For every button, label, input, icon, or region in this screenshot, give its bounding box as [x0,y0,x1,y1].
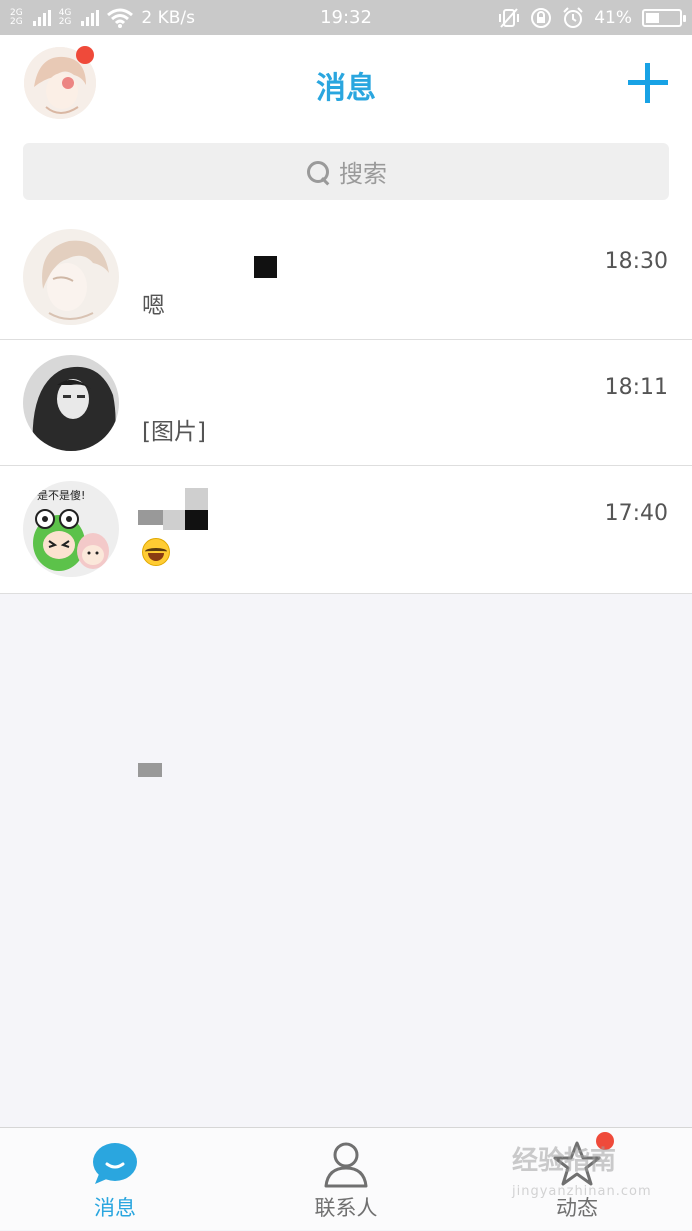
battery-percent: 41% [594,7,632,28]
status-right: 41% [498,0,686,35]
notification-dot [76,46,94,64]
photo-portrait-icon [23,355,119,451]
redacted-name-block [185,488,208,510]
tab-messages[interactable]: 消息 [0,1128,230,1231]
tab-label: 联系人 [314,1196,378,1220]
message-preview: 嗯 [142,293,165,319]
redacted-name-block [254,256,277,278]
search-input[interactable]: 搜索 [23,143,669,200]
tab-label: 消息 [94,1196,136,1220]
vibrate-icon [499,7,520,28]
frog-cartoon-avatar-icon: 是不是傻! [23,481,119,577]
contact-avatar: 是不是傻! [23,481,119,577]
message-preview [142,538,170,572]
rotation-lock-icon [531,7,552,28]
conversation-row[interactable]: 是不是傻! 17:40 [0,466,692,777]
message-time: 18:30 [604,249,668,274]
redacted-name-block [138,763,162,777]
sketch-portrait-icon [23,229,119,325]
status-bar: 2G 2G 4G 2G 2 KB/s 19:32 41% [0,0,692,35]
redacted-name-block [163,510,185,530]
tab-contacts[interactable]: 联系人 [231,1128,461,1231]
header: 消息 [0,35,692,130]
search-icon [305,159,331,185]
message-time: 17:40 [604,501,668,526]
contact-avatar [23,355,119,451]
watermark: 经验指南 [512,1146,617,1176]
chat-bubble-icon [93,1143,137,1184]
battery-level [646,12,659,23]
alarm-icon [563,6,583,28]
message-preview: [图片] [142,419,206,445]
avatar-caption: 是不是傻! [37,489,85,502]
contact-avatar [23,229,119,325]
redacted-name-block [138,510,163,525]
search-placeholder: 搜索 [339,160,387,188]
message-time: 18:11 [604,375,668,400]
conversation-row[interactable]: 18:11 [图片] [0,340,692,466]
conversation-list: 18:30 嗯 18:11 [图片] 是不是傻! 17:40 [0,214,692,777]
page-title: 消息 [316,71,376,106]
laughing-tears-emoji-icon [142,538,170,566]
redacted-name-block [185,510,208,530]
person-icon [324,1142,368,1188]
conversation-row[interactable]: 18:30 嗯 [0,214,692,340]
add-icon[interactable] [628,63,668,103]
battery-icon [642,8,686,27]
search-container: 搜索 [0,130,692,214]
watermark-url: jingyanzhinan.com [512,1184,652,1199]
